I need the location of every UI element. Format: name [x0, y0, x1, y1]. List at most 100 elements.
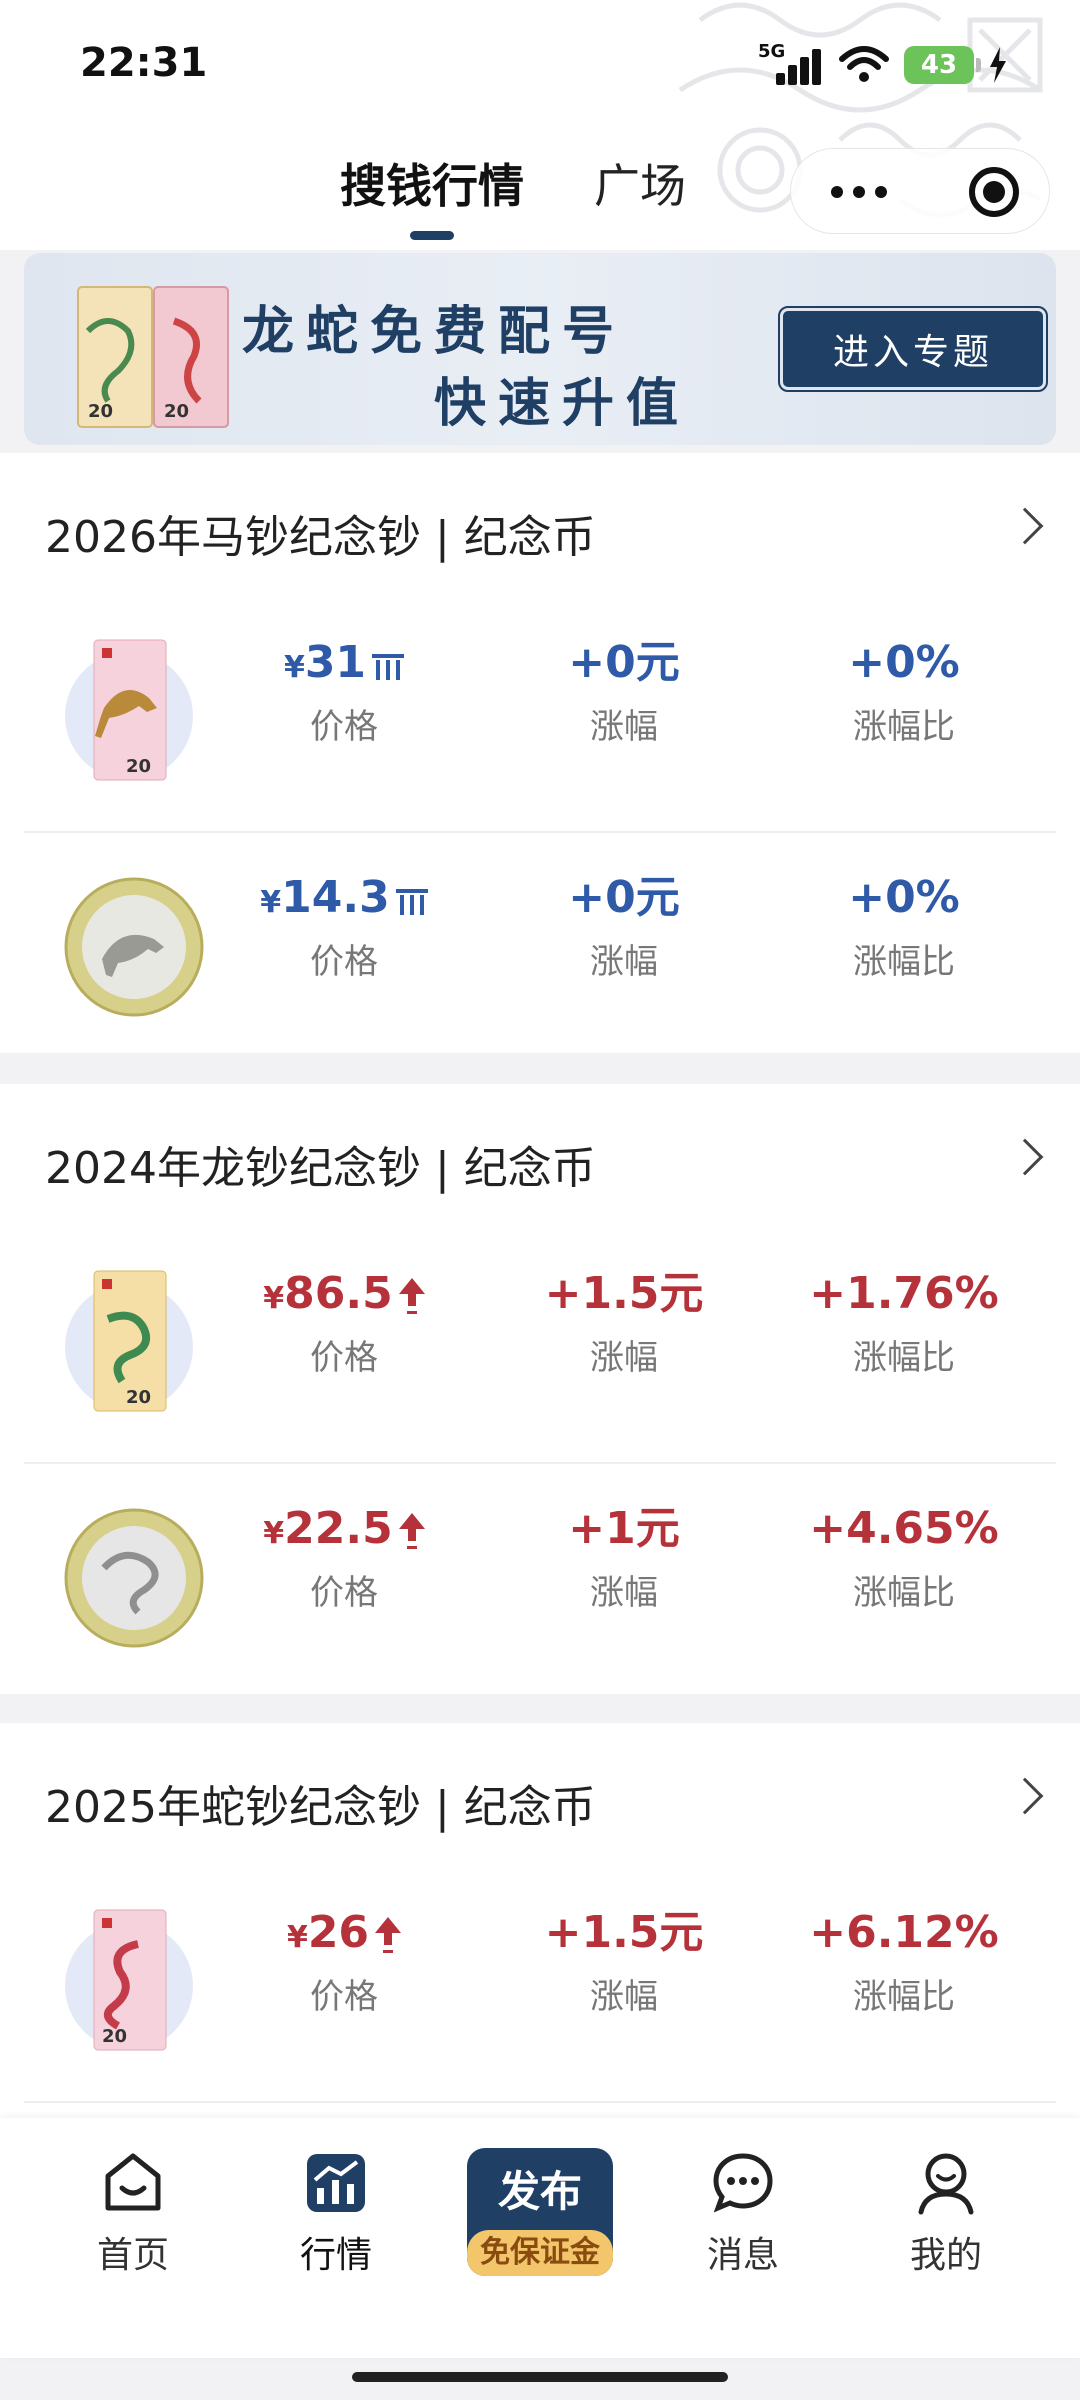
wifi-icon — [839, 46, 889, 82]
change-cell: +1.5元 涨幅 — [484, 1903, 764, 2018]
section-title: 2025年蛇钞纪念钞 | 纪念币 — [45, 1782, 596, 1833]
enter-topic-button[interactable]: 进入专题 — [778, 306, 1048, 392]
ratio-label: 涨幅比 — [853, 1977, 955, 2017]
status-time: 22:31 — [80, 40, 208, 86]
price-value: ¥86.5 — [204, 1264, 484, 1324]
price-amount: 86.5 — [284, 1268, 393, 1319]
ratio-value: +1.76% — [809, 1268, 999, 1319]
price-cell: ¥26 价格 — [204, 1903, 484, 2018]
change-cell: +1元 涨幅 — [484, 1499, 764, 1614]
change-value: +0元 — [568, 872, 680, 923]
publish-subtitle: 免保证金 — [467, 2230, 613, 2276]
status-bar: 22:31 5G 43 — [0, 0, 1080, 130]
svg-text:20: 20 — [164, 401, 189, 422]
change-label: 涨幅 — [590, 1338, 658, 1378]
charging-icon — [990, 47, 1006, 83]
tab-market[interactable]: 搜钱行情 — [340, 150, 524, 240]
product-row[interactable]: 20 ¥26 价格 +1.5元 涨幅 +6.12% 涨幅比 — [24, 1868, 1056, 2103]
message-icon — [713, 2153, 773, 2213]
price-value: ¥26 — [204, 1903, 484, 1963]
trend-up-icon — [398, 1278, 425, 1314]
dragon-coin-thumbnail — [64, 1508, 204, 1648]
header-area: 22:31 5G 43 搜钱行情 广场 — [0, 0, 1080, 250]
product-row[interactable]: ¥22.5 价格 +1元 涨幅 +4.65% 涨幅比 — [24, 1464, 1056, 1699]
price-value: ¥14.3 — [204, 868, 484, 928]
price-value: ¥22.5 — [204, 1499, 484, 1559]
price-cell: ¥14.3 价格 — [204, 868, 484, 983]
price-amount: 14.3 — [281, 872, 390, 923]
horse-coin-thumbnail — [64, 877, 204, 1017]
battery-level: 43 — [920, 50, 958, 80]
publish-title: 发布 — [497, 2167, 582, 2216]
section-header[interactable]: 2025年蛇钞纪念钞 | 纪念币 — [0, 1723, 1080, 1868]
product-row[interactable]: ¥14.3 价格 +0元 涨幅 +0% 涨幅比 — [24, 833, 1056, 1068]
tab-square[interactable]: 广场 — [594, 150, 686, 240]
ratio-label: 涨幅比 — [853, 1573, 955, 1613]
trend-up-icon — [398, 1513, 425, 1549]
change-label: 涨幅 — [590, 942, 658, 982]
svg-text:20: 20 — [88, 401, 113, 422]
ratio-label: 涨幅比 — [853, 707, 955, 747]
price-value: ¥31 — [204, 633, 484, 693]
bottom-navigation: 首页 行情 发布 免保证金 消息 我的 — [0, 2118, 1080, 2358]
nav-profile-label: 我的 — [909, 2235, 982, 2276]
ratio-label: 涨幅比 — [853, 1338, 955, 1378]
ratio-value: +0% — [848, 872, 960, 923]
price-amount: 31 — [304, 637, 367, 688]
change-cell: +1.5元 涨幅 — [484, 1264, 764, 1379]
market-chart-icon — [307, 2154, 365, 2212]
nav-market-label: 行情 — [299, 2235, 372, 2276]
currency-symbol: ¥ — [286, 1920, 308, 1955]
change-value: +0元 — [568, 637, 680, 688]
svg-text:20: 20 — [126, 756, 151, 777]
nav-home[interactable]: 首页 — [58, 2150, 208, 2278]
ratio-cell: +0% 涨幅比 — [764, 633, 1044, 748]
price-label: 价格 — [310, 1977, 378, 2017]
change-label: 涨幅 — [590, 1977, 658, 2017]
ratio-value: +6.12% — [809, 1907, 999, 1958]
trend-flat-icon — [395, 885, 428, 915]
home-indicator[interactable] — [352, 2372, 728, 2382]
chevron-right-icon — [1006, 1138, 1044, 1176]
banner-headline: 龙蛇免费配号 — [242, 301, 627, 362]
section-dragon: 2024年龙钞纪念钞 | 纪念币 20 ¥86.5 价格 +1.5元 涨幅 +1… — [0, 1084, 1080, 1694]
chevron-right-icon — [1006, 1777, 1044, 1815]
price-amount: 26 — [307, 1907, 370, 1958]
chevron-right-icon — [1006, 507, 1044, 545]
price-label: 价格 — [310, 942, 378, 982]
battery-icon: 43 — [904, 46, 981, 84]
promo-banner[interactable]: 20 20 龙蛇免费配号 快速升值 进入专题 — [24, 253, 1056, 445]
change-label: 涨幅 — [590, 1573, 658, 1613]
publish-button[interactable]: 发布 免保证金 — [467, 2148, 613, 2276]
section-header[interactable]: 2024年龙钞纪念钞 | 纪念币 — [0, 1084, 1080, 1229]
banknote-pair-illustration: 20 20 — [77, 286, 229, 428]
top-tabs: 搜钱行情 广场 — [340, 150, 686, 240]
ratio-cell: +4.65% 涨幅比 — [764, 1499, 1044, 1614]
section-title: 2024年龙钞纪念钞 | 纪念币 — [45, 1143, 596, 1194]
price-cell: ¥22.5 价格 — [204, 1499, 484, 1614]
price-label: 价格 — [310, 1338, 378, 1378]
tab-market-label: 搜钱行情 — [340, 159, 524, 213]
section-header[interactable]: 2026年马钞纪念钞 | 纪念币 — [0, 453, 1080, 598]
trend-up-icon — [375, 1917, 402, 1953]
nav-market[interactable]: 行情 — [261, 2150, 411, 2278]
more-options-icon[interactable] — [831, 174, 901, 210]
nav-profile[interactable]: 我的 — [871, 2150, 1021, 2278]
price-cell: ¥31 价格 — [204, 633, 484, 748]
product-row[interactable]: 20 ¥86.5 价格 +1.5元 涨幅 +1.76% 涨幅比 — [24, 1229, 1056, 1464]
nav-messages[interactable]: 消息 — [668, 2150, 818, 2278]
horse-banknote-thumbnail: 20 — [65, 639, 193, 781]
ratio-cell: +0% 涨幅比 — [764, 868, 1044, 983]
price-cell: ¥86.5 价格 — [204, 1264, 484, 1379]
home-icon — [105, 2153, 161, 2211]
currency-symbol: ¥ — [283, 650, 305, 685]
change-cell: +0元 涨幅 — [484, 633, 764, 748]
change-label: 涨幅 — [590, 707, 658, 747]
ratio-value: +0% — [848, 637, 960, 688]
product-row[interactable]: 20 ¥31 价格 +0元 涨幅 +0% 涨幅比 — [24, 598, 1056, 833]
price-label: 价格 — [310, 1573, 378, 1613]
close-miniprogram-icon[interactable] — [969, 167, 1019, 217]
dragon-banknote-thumbnail: 20 — [65, 1270, 193, 1412]
currency-symbol: ¥ — [263, 1516, 285, 1551]
banner-subheadline: 快速升值 — [434, 373, 691, 434]
